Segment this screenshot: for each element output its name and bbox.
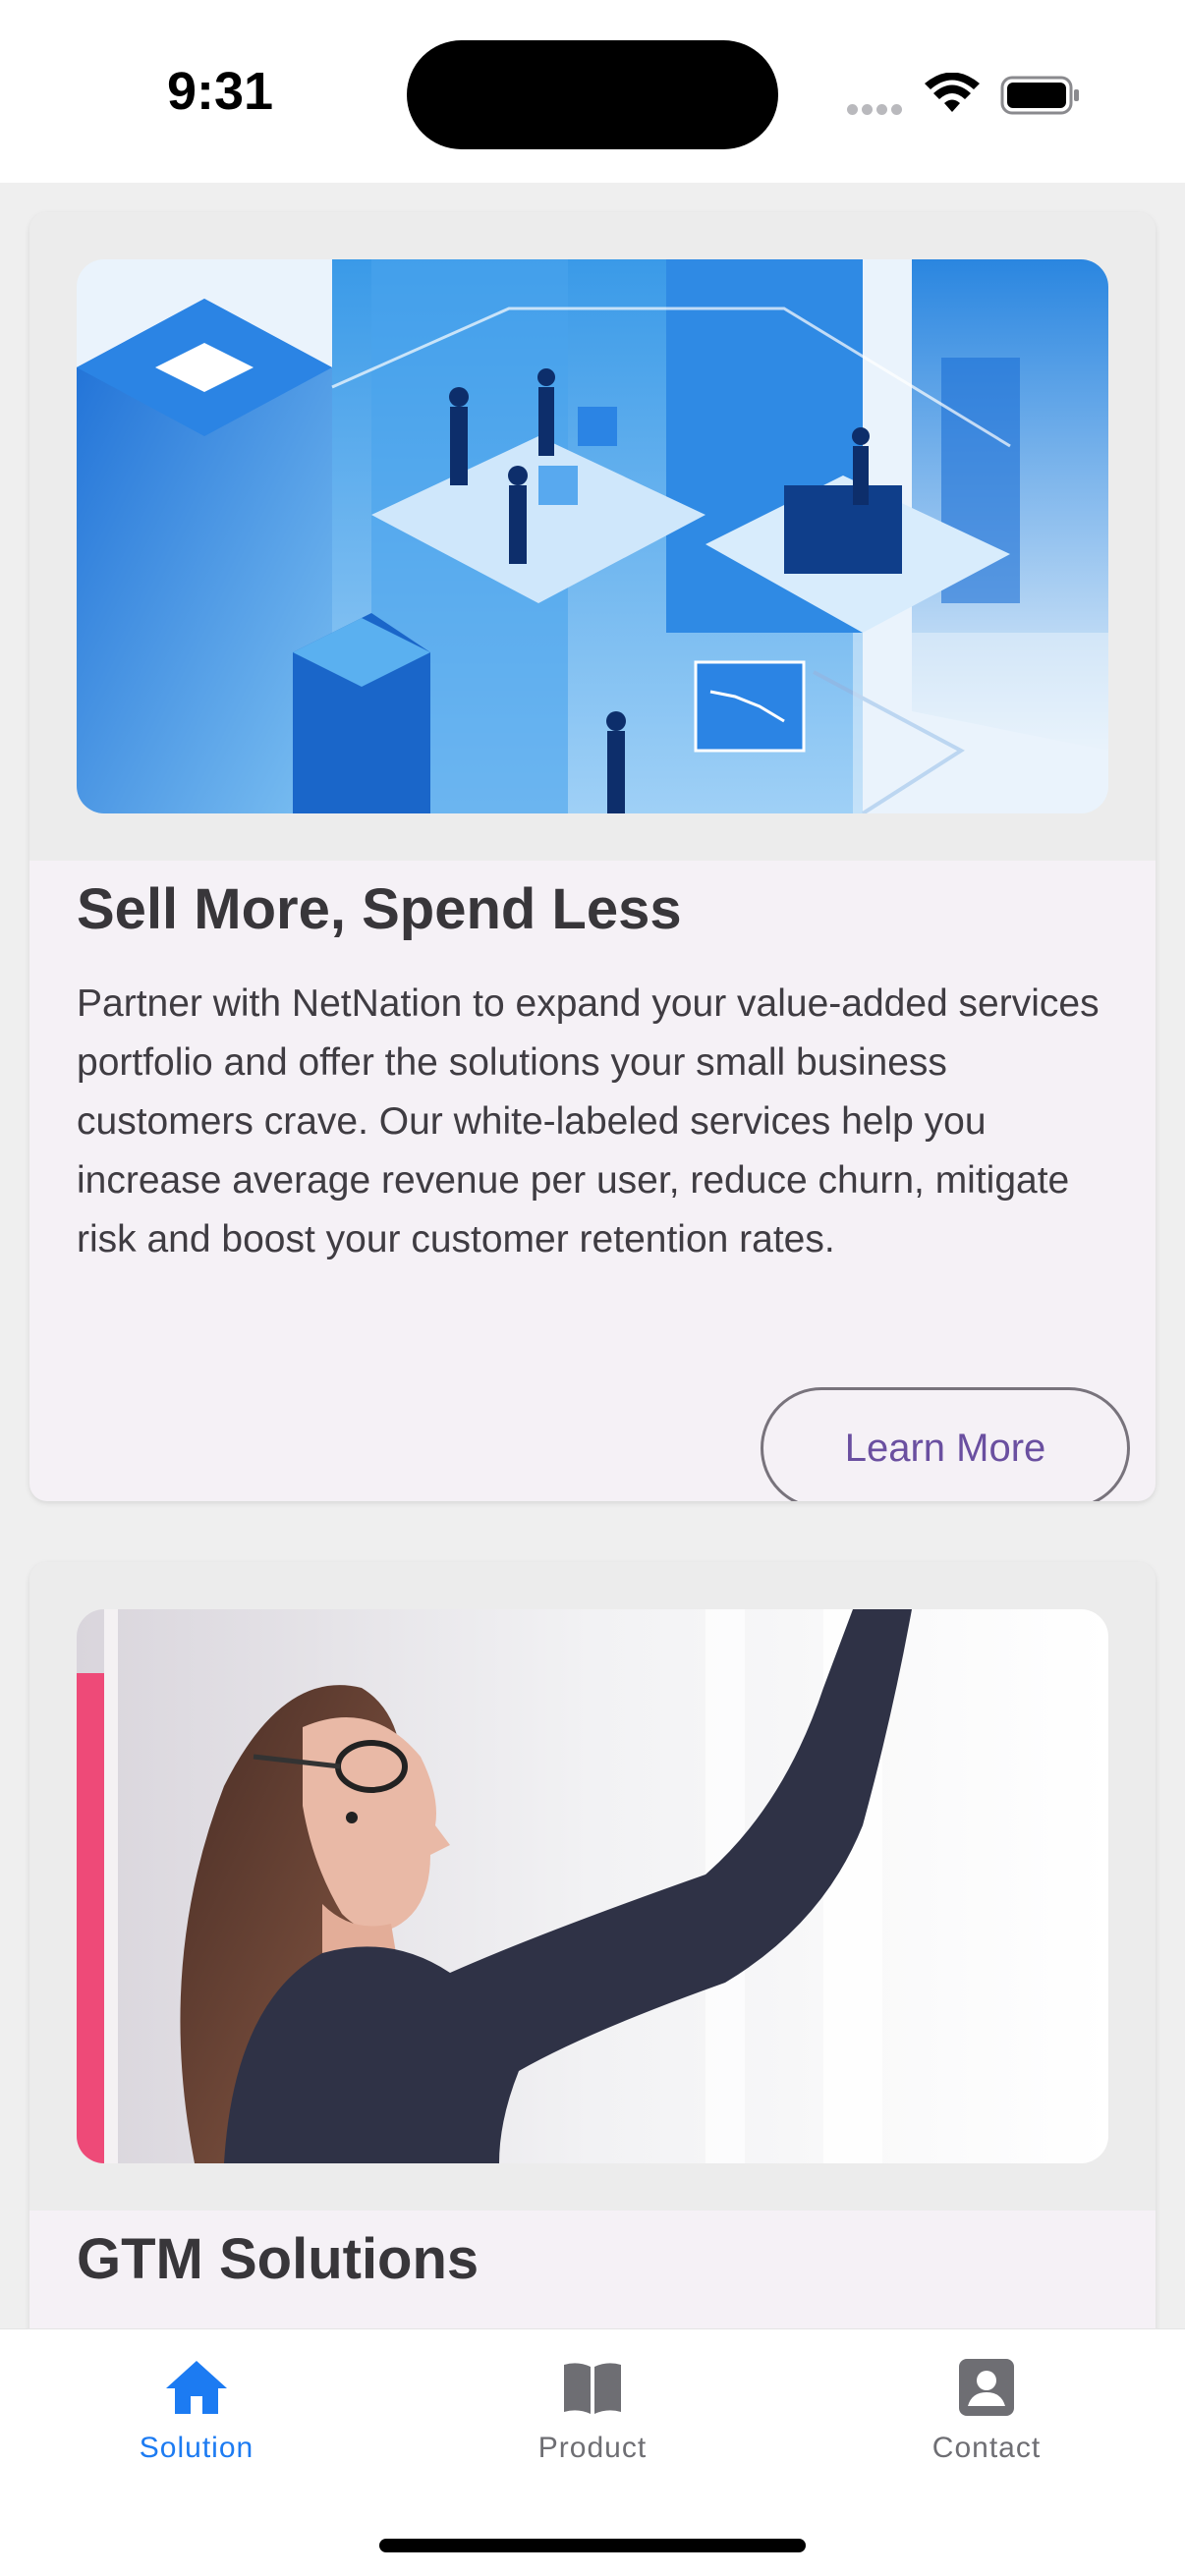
card-media [29,1562,1156,2211]
cellular-signal-icon [847,102,906,120]
tab-label: Product [537,2432,648,2464]
card-media [29,212,1156,861]
tab-product[interactable]: Product [465,2357,720,2475]
card-title: Sell More, Spend Less [77,877,682,941]
learn-more-button[interactable]: Learn More [761,1387,1130,1501]
solution-card: GTM Solutions [29,1562,1156,2328]
battery-icon [1000,76,1079,115]
tab-label: Solution [139,2432,254,2464]
status-time: 9:31 [167,62,274,121]
card-description: Partner with NetNation to expand your va… [77,982,1100,1260]
tab-label: Contact [931,2432,1042,2464]
contact-card-icon [959,2359,1014,2416]
solutions-feed[interactable]: Sell More, Spend Less Partner with NetNa… [0,183,1185,2328]
isometric-office-illustration-icon [77,259,1108,813]
home-indicator[interactable] [379,2539,806,2552]
wifi-icon [925,73,980,112]
tab-solution[interactable]: Solution [69,2357,324,2475]
woman-writing-on-board-photo-icon [77,1609,1108,2163]
card-title: GTM Solutions [77,2227,480,2291]
tab-contact[interactable]: Contact [859,2357,1114,2475]
book-icon [564,2363,621,2414]
home-icon [166,2361,227,2414]
status-bar: 9:31 [0,0,1185,183]
solution-card: Sell More, Spend Less Partner with NetNa… [29,212,1156,1501]
dynamic-island [407,40,778,149]
